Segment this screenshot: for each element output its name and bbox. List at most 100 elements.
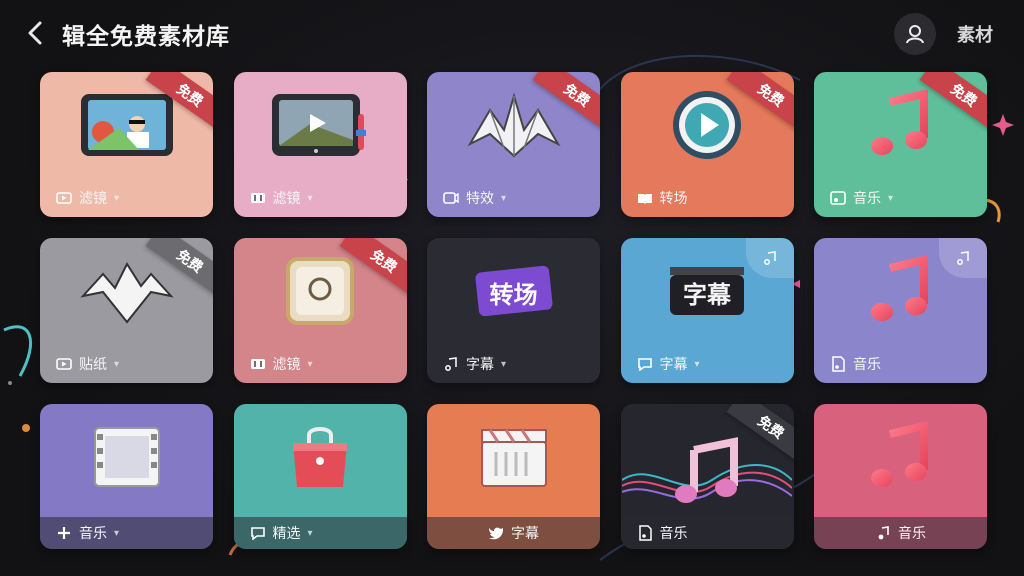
chevron-down-icon[interactable]: ▾ xyxy=(308,359,313,370)
card-label-row: 滤镜 ▾ xyxy=(56,187,203,209)
crystal-mountain-icon xyxy=(466,90,562,164)
card-label-row: 音乐 ▾ xyxy=(40,517,213,549)
material-card-transitions[interactable]: 免费 转场 xyxy=(620,72,794,217)
materials-menu-label: 素材 xyxy=(957,25,993,46)
tablet-video-icon xyxy=(79,90,175,164)
music-doc-icon xyxy=(637,525,653,541)
card-label-row: 字幕 ▾ xyxy=(637,353,784,375)
materials-grid: 免费 滤镜 ▾ 滤镜 ▾ 免费 特效 ▾ 免费 转场 免费 音乐 ▾ 免费 贴纸 ▾ 免费 滤镜 ▾ 转场 字幕 ▾ 字幕字… xyxy=(40,72,987,550)
music-note-icon xyxy=(866,88,936,164)
header: 辑全免费素材库 素材 xyxy=(0,0,1024,66)
user-icon xyxy=(906,25,924,44)
card-label-row: 字幕 ▾ xyxy=(443,353,590,375)
card-label: 滤镜 xyxy=(272,191,301,207)
play-circle-icon xyxy=(667,85,747,169)
music-note-icon xyxy=(866,420,936,496)
material-card-music-pink[interactable]: 音乐 xyxy=(814,404,987,549)
material-card-music-wave[interactable]: 免费 音乐 xyxy=(620,404,794,549)
material-card-music-purple[interactable]: 音乐 xyxy=(814,238,987,383)
film-icon xyxy=(250,357,266,371)
material-card-subtitle-orange[interactable]: 字幕 xyxy=(427,404,600,549)
card-artwork xyxy=(814,404,987,514)
app-screen: 辑全免费素材库 素材 免费 滤镜 ▾ 滤镜 ▾ 免费 特效 ▾ 免费 转场 免费 音乐 ▾ 免费 贴纸 ▾ 免费… xyxy=(0,0,1024,576)
video-icon xyxy=(56,357,72,371)
chevron-down-icon[interactable]: ▾ xyxy=(308,528,313,539)
card-label: 滤镜 xyxy=(79,191,107,207)
plus-icon xyxy=(56,526,72,540)
card-label: 音乐 xyxy=(853,357,881,373)
material-card-frame[interactable]: 免费 滤镜 ▾ xyxy=(233,238,407,383)
card-label: 字幕 xyxy=(659,357,688,373)
materials-menu-button[interactable]: 素材 xyxy=(954,13,996,55)
card-artwork xyxy=(40,404,213,514)
back-button[interactable] xyxy=(20,18,50,48)
effects-icon xyxy=(443,191,459,205)
card-artwork xyxy=(427,404,600,514)
card-label: 贴纸 xyxy=(79,357,107,373)
caption-box-icon: 字幕 xyxy=(664,261,750,325)
music-doc-icon xyxy=(830,356,846,372)
tile-text: 转场 xyxy=(489,281,538,309)
card-label-row: 音乐 xyxy=(620,517,794,549)
music-note-icon xyxy=(866,254,936,330)
chevron-down-icon[interactable]: ▾ xyxy=(501,359,506,370)
card-label: 音乐 xyxy=(898,526,926,542)
chevron-down-icon[interactable]: ▾ xyxy=(888,193,893,204)
card-label-row: 滤镜 ▾ xyxy=(250,353,397,375)
card-label: 音乐 xyxy=(79,526,107,542)
chat-icon xyxy=(250,526,266,540)
chat-icon xyxy=(637,357,653,371)
shopping-bag-icon xyxy=(285,421,355,497)
material-card-shop[interactable]: 精选 ▾ xyxy=(233,404,407,549)
card-label: 字幕 xyxy=(511,526,539,542)
material-card-text-template[interactable]: 转场字幕 ▾ xyxy=(427,238,600,383)
card-label-row: 贴纸 ▾ xyxy=(56,353,203,375)
page-title: 辑全免费素材库 xyxy=(62,24,230,50)
chevron-left-icon xyxy=(28,21,42,45)
chevron-down-icon[interactable]: ▾ xyxy=(695,359,700,370)
video-icon xyxy=(56,191,72,205)
card-artwork xyxy=(234,72,407,182)
frame-icon xyxy=(282,253,358,333)
music-small-icon xyxy=(875,526,891,540)
film-icon xyxy=(250,191,266,205)
card-label-row: 音乐 xyxy=(830,353,977,375)
note-icon xyxy=(443,357,459,371)
card-label-row: 精选 ▾ xyxy=(233,517,407,549)
tile-text: 字幕 xyxy=(683,281,731,309)
film-strip-icon xyxy=(89,422,165,496)
material-card-effects[interactable]: 免费 特效 ▾ xyxy=(427,72,600,217)
chevron-down-icon[interactable]: ▾ xyxy=(501,193,506,204)
card-label: 音乐 xyxy=(853,191,881,207)
material-card-clip[interactable]: 音乐 ▾ xyxy=(40,404,213,549)
material-card-video[interactable]: 免费 滤镜 ▾ xyxy=(40,72,213,217)
music-wave-icon xyxy=(621,430,793,524)
card-label-row: 音乐 ▾ xyxy=(830,187,977,209)
material-card-filter[interactable]: 滤镜 ▾ xyxy=(233,72,407,217)
material-card-sticker[interactable]: 免费 贴纸 ▾ xyxy=(40,238,213,383)
card-label: 音乐 xyxy=(659,526,688,542)
card-artwork: 转场 xyxy=(427,238,600,348)
card-label-row: 音乐 xyxy=(814,517,987,549)
card-label: 转场 xyxy=(659,191,688,207)
twitter-icon xyxy=(488,526,504,540)
chevron-down-icon[interactable]: ▾ xyxy=(114,193,119,204)
sparkle-text-icon: 转场 xyxy=(471,261,557,325)
profile-button[interactable] xyxy=(894,13,936,55)
chevron-down-icon[interactable]: ▾ xyxy=(114,359,119,370)
music-box-icon xyxy=(830,191,846,205)
card-label-row: 特效 ▾ xyxy=(443,187,590,209)
card-label-row: 转场 xyxy=(637,187,784,209)
card-artwork xyxy=(234,404,407,514)
card-label-row: 滤镜 ▾ xyxy=(250,187,397,209)
material-card-subtitle[interactable]: 字幕 字幕 ▾ xyxy=(620,238,794,383)
card-label-row: 字幕 xyxy=(427,517,600,549)
book-icon xyxy=(637,191,653,205)
material-card-music-green[interactable]: 免费 音乐 ▾ xyxy=(814,72,987,217)
card-label: 特效 xyxy=(466,191,494,207)
tablet-play-icon xyxy=(270,90,370,164)
chevron-down-icon[interactable]: ▾ xyxy=(114,528,119,539)
card-label: 精选 xyxy=(272,526,301,542)
clapper-icon xyxy=(476,422,552,496)
chevron-down-icon[interactable]: ▾ xyxy=(308,193,313,204)
